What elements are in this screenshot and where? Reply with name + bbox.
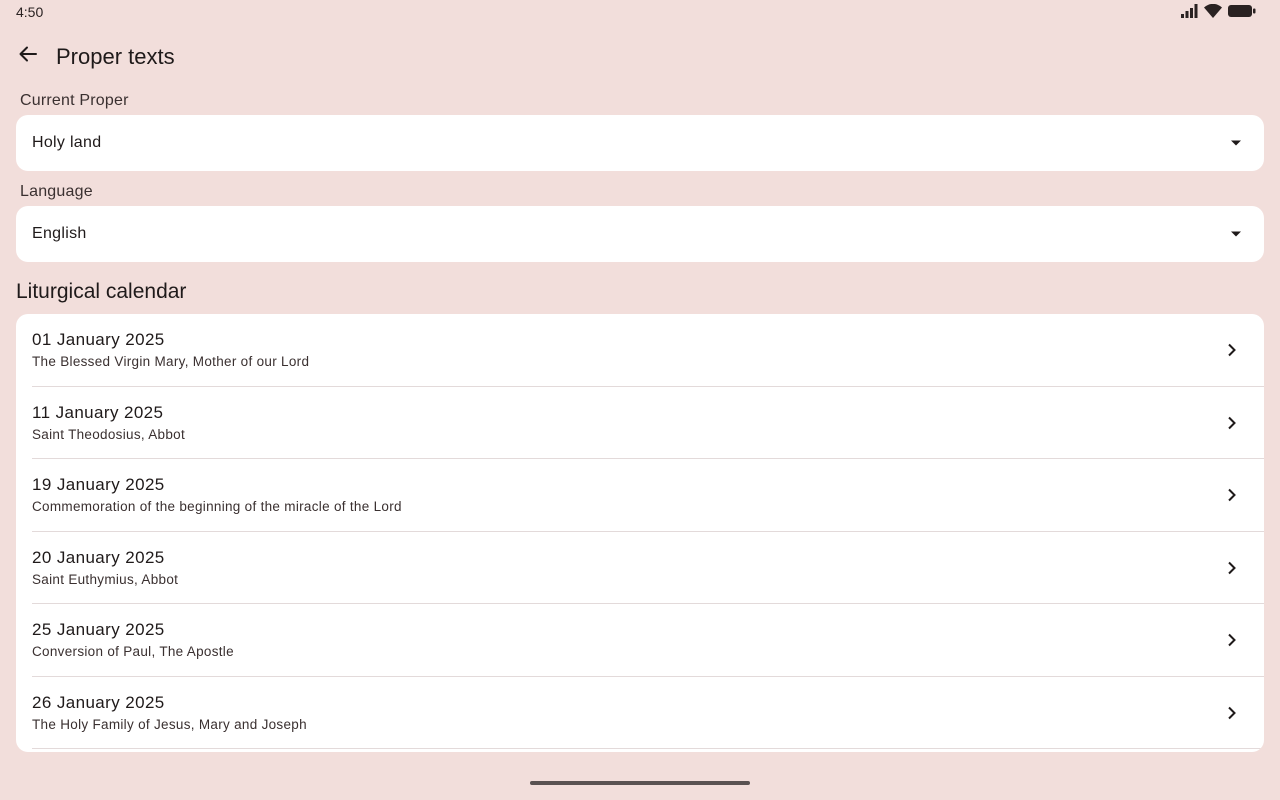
- list-item[interactable]: 20 January 2025 Saint Euthymius, Abbot: [16, 532, 1264, 605]
- home-indicator[interactable]: [530, 781, 750, 785]
- list-item-date: 11 January 2025: [32, 402, 164, 422]
- list-item[interactable]: 26 January 2025 The Holy Family of Jesus…: [16, 677, 1264, 750]
- back-button[interactable]: [12, 40, 44, 72]
- list-item-date: 26 January 2025: [32, 692, 165, 712]
- list-item[interactable]: 25 January 2025 Conversion of Paul, The …: [16, 604, 1264, 677]
- list-item-description: The Holy Family of Jesus, Mary and Josep…: [32, 716, 307, 732]
- language-value: English: [32, 225, 87, 242]
- liturgical-calendar-list: 01 January 2025 The Blessed Virgin Mary,…: [16, 314, 1264, 752]
- page-title: Proper texts: [56, 44, 175, 69]
- current-proper-value: Holy land: [32, 134, 102, 151]
- current-proper-label: Current Proper: [20, 92, 129, 109]
- dropdown-arrow-icon: [1224, 131, 1248, 155]
- section-title-liturgical-calendar: Liturgical calendar: [16, 280, 187, 303]
- current-proper-dropdown[interactable]: Holy land: [16, 115, 1264, 171]
- chevron-right-icon: [1220, 556, 1244, 580]
- list-item-description: The Blessed Virgin Mary, Mother of our L…: [32, 354, 310, 369]
- list-item-date: 19 January 2025: [32, 475, 165, 494]
- list-item-description: Commemoration of the beginning of the mi…: [32, 499, 402, 514]
- chevron-right-icon: [1220, 411, 1244, 435]
- signal-icon: [1180, 4, 1198, 18]
- list-item-description: Saint Euthymius, Abbot: [32, 571, 179, 587]
- battery-icon: [1228, 4, 1256, 18]
- list-item-date: 20 January 2025: [32, 547, 165, 567]
- list-item[interactable]: 19 January 2025 Commemoration of the beg…: [16, 459, 1264, 532]
- chevron-right-icon: [1220, 338, 1244, 362]
- wifi-icon: [1204, 4, 1222, 18]
- list-item-date: 25 January 2025: [32, 620, 165, 639]
- list-item[interactable]: 01 January 2025 The Blessed Virgin Mary,…: [16, 314, 1264, 387]
- language-dropdown[interactable]: English: [16, 206, 1264, 262]
- language-label: Language: [20, 183, 93, 200]
- chevron-right-icon: [1220, 701, 1244, 725]
- status-bar: 4:50: [0, 0, 1280, 24]
- status-icons: [1180, 4, 1256, 18]
- list-item-description: Conversion of Paul, The Apostle: [32, 644, 234, 659]
- dropdown-arrow-icon: [1224, 222, 1248, 246]
- app-bar: Proper texts: [0, 36, 1280, 76]
- status-time: 4:50: [16, 4, 44, 20]
- list-item-date: 01 January 2025: [32, 330, 165, 349]
- list-item-description: Saint Theodosius, Abbot: [32, 426, 186, 442]
- chevron-right-icon: [1220, 628, 1244, 652]
- list-item[interactable]: 11 January 2025 Saint Theodosius, Abbot: [16, 387, 1264, 460]
- chevron-right-icon: [1220, 483, 1244, 507]
- arrow-back-icon: [18, 44, 38, 69]
